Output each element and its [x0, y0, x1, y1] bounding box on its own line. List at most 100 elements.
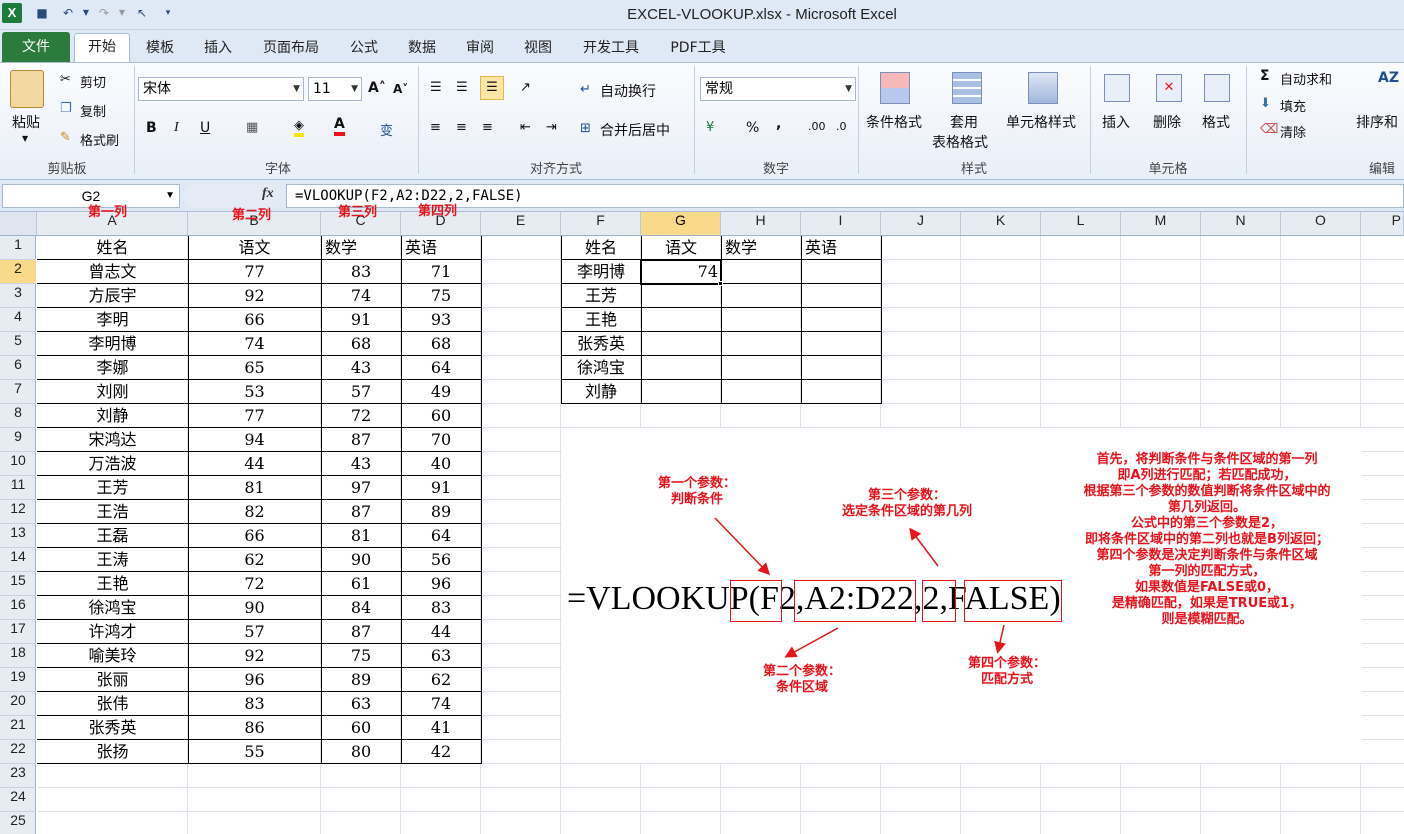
lookup-name-cell[interactable]: 李明博 [561, 260, 641, 284]
table-cell[interactable]: 44 [188, 452, 321, 476]
align-right-icon[interactable]: ≡ [482, 120, 493, 135]
insert-cells-button[interactable]: 插入 [1102, 112, 1130, 132]
conditional-format-button[interactable]: 条件格式 [866, 112, 922, 132]
table-cell[interactable]: 94 [188, 428, 321, 452]
table-cell-name[interactable]: 许鸿才 [37, 620, 188, 644]
table-cell-name[interactable]: 张丽 [37, 668, 188, 692]
format-as-table-button-line2[interactable]: 表格格式 [932, 132, 988, 152]
sort-filter-button[interactable]: 排序和 [1356, 112, 1398, 132]
chevron-down-icon[interactable]: ▼ [165, 185, 175, 207]
currency-icon[interactable]: ¥ [706, 120, 714, 135]
column-header-i[interactable]: I [801, 212, 881, 235]
decrease-indent-icon[interactable]: ⇤ [520, 120, 531, 135]
table-cell[interactable]: 90 [321, 548, 401, 572]
align-bottom-icon[interactable]: ☰ [480, 76, 504, 100]
table-cell[interactable]: 66 [188, 308, 321, 332]
table-cell[interactable]: 87 [321, 620, 401, 644]
table-cell[interactable]: 91 [321, 308, 401, 332]
format-as-table-icon[interactable] [952, 72, 982, 104]
table-cell[interactable]: 64 [401, 524, 481, 548]
table-cell[interactable]: 93 [401, 308, 481, 332]
tab-pdf-tools[interactable]: PDF工具 [662, 36, 734, 62]
increase-indent-icon[interactable]: ⇥ [546, 120, 557, 135]
table-cell[interactable]: 80 [321, 740, 401, 764]
table-cell[interactable]: 60 [321, 716, 401, 740]
table-cell[interactable]: 68 [401, 332, 481, 356]
table-cell[interactable]: 61 [321, 572, 401, 596]
row-header[interactable]: 17 [0, 620, 36, 644]
table-cell-name[interactable]: 王浩 [37, 500, 188, 524]
worksheet-grid[interactable]: 姓名 语文 数学 英语 曾志文 77 83 71 方辰宇 92 74 75 李明 66 91 93 李明博 74 6… [37, 236, 1404, 834]
table-cell-name[interactable]: 李娜 [37, 356, 188, 380]
comma-button[interactable]: , [776, 116, 781, 132]
column-header-m[interactable]: M [1121, 212, 1201, 235]
header-cell[interactable]: 语文 [188, 236, 321, 260]
tab-data[interactable]: 数据 [400, 36, 444, 62]
row-header[interactable]: 4 [0, 308, 36, 332]
table-cell[interactable]: 81 [188, 476, 321, 500]
conditional-format-icon[interactable] [880, 72, 910, 104]
autosum-button[interactable]: 自动求和 [1280, 69, 1332, 88]
column-header-p[interactable]: P [1361, 212, 1404, 235]
row-header[interactable]: 3 [0, 284, 36, 308]
row-header[interactable]: 13 [0, 524, 36, 548]
row-header[interactable]: 25 [0, 812, 36, 834]
row-header[interactable]: 10 [0, 452, 36, 476]
table-cell[interactable]: 92 [188, 644, 321, 668]
decrease-decimal-icon[interactable]: .0 [836, 120, 847, 133]
lookup-header-cell[interactable]: 数学 [721, 236, 801, 260]
row-header[interactable]: 19 [0, 668, 36, 692]
orientation-icon[interactable]: ↗ [520, 80, 531, 95]
row-header[interactable]: 8 [0, 404, 36, 428]
row-header[interactable]: 12 [0, 500, 36, 524]
row-header[interactable]: 11 [0, 476, 36, 500]
header-cell[interactable]: 英语 [401, 236, 481, 260]
merge-center-button[interactable]: 合并后居中 [600, 120, 670, 140]
table-cell-name[interactable]: 王芳 [37, 476, 188, 500]
row-header[interactable]: 16 [0, 596, 36, 620]
italic-button[interactable]: I [174, 120, 179, 136]
row-header[interactable]: 1 [0, 236, 36, 260]
table-cell[interactable]: 43 [321, 452, 401, 476]
bold-button[interactable]: B [146, 120, 157, 136]
lookup-name-cell[interactable]: 王艳 [561, 308, 641, 332]
table-cell[interactable]: 53 [188, 380, 321, 404]
table-cell[interactable]: 84 [321, 596, 401, 620]
row-header[interactable]: 14 [0, 548, 36, 572]
table-cell-name[interactable]: 徐鸿宝 [37, 596, 188, 620]
table-cell-name[interactable]: 刘刚 [37, 380, 188, 404]
table-cell[interactable]: 81 [321, 524, 401, 548]
sigma-icon[interactable]: Σ [1260, 68, 1270, 84]
column-header-e[interactable]: E [481, 212, 561, 235]
format-cells-button[interactable]: 格式 [1202, 112, 1230, 132]
table-cell[interactable]: 55 [188, 740, 321, 764]
column-header-h[interactable]: H [721, 212, 801, 235]
font-color-icon[interactable]: A [334, 116, 345, 136]
fill-color-icon[interactable]: ◈ [294, 118, 304, 137]
table-cell[interactable]: 87 [321, 500, 401, 524]
table-cell[interactable]: 77 [188, 404, 321, 428]
paste-dropdown-icon[interactable]: ▼ [22, 134, 28, 143]
table-cell[interactable]: 70 [401, 428, 481, 452]
row-header[interactable]: 23 [0, 764, 36, 788]
cut-button[interactable]: 剪切 [80, 72, 106, 91]
table-cell-name[interactable]: 喻美玲 [37, 644, 188, 668]
cell-styles-button[interactable]: 单元格样式 [1006, 112, 1076, 132]
column-header-k[interactable]: K [961, 212, 1041, 235]
table-cell[interactable]: 82 [188, 500, 321, 524]
cell-styles-icon[interactable] [1028, 72, 1058, 104]
tab-insert[interactable]: 插入 [196, 36, 240, 62]
table-cell[interactable]: 83 [321, 260, 401, 284]
table-cell[interactable]: 72 [188, 572, 321, 596]
tab-formulas[interactable]: 公式 [342, 36, 386, 62]
fill-icon[interactable]: ⬇ [1260, 96, 1271, 111]
lookup-header-cell[interactable]: 英语 [801, 236, 881, 260]
row-header[interactable]: 22 [0, 740, 36, 764]
table-cell[interactable]: 71 [401, 260, 481, 284]
font-name-select[interactable]: 宋体 ▼ [138, 77, 304, 101]
table-cell[interactable]: 57 [321, 380, 401, 404]
table-cell[interactable]: 63 [401, 644, 481, 668]
table-cell-name[interactable]: 王磊 [37, 524, 188, 548]
copy-button[interactable]: 复制 [80, 101, 106, 120]
align-left-icon[interactable]: ≡ [430, 120, 441, 135]
